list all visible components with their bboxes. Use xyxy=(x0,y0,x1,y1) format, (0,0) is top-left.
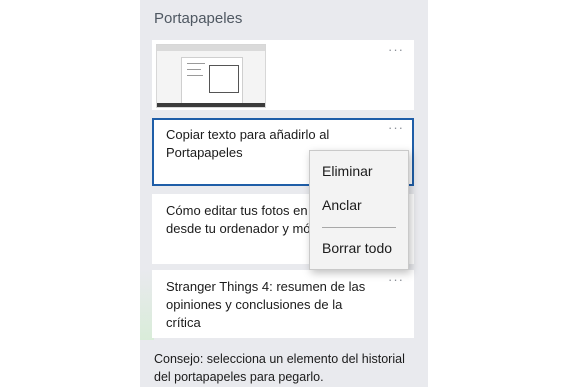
more-options-icon[interactable]: ··· xyxy=(388,272,404,287)
more-options-icon[interactable]: ··· xyxy=(388,42,404,57)
clear-all-menu-item[interactable]: Borrar todo xyxy=(322,240,392,256)
clipboard-item-text[interactable]: Stranger Things 4: resumen de las opinio… xyxy=(152,270,414,338)
delete-menu-item[interactable]: Eliminar xyxy=(322,163,373,179)
more-options-icon[interactable]: ··· xyxy=(388,120,404,135)
context-menu: Eliminar Anclar Borrar todo xyxy=(309,150,409,270)
thumbnail-titlebar xyxy=(157,45,265,51)
clipboard-item-label: Stranger Things 4: resumen de las opinio… xyxy=(166,279,366,330)
thumbnail-dialog xyxy=(209,65,239,93)
menu-separator xyxy=(322,227,396,228)
pin-menu-item[interactable]: Anclar xyxy=(322,197,362,213)
thumbnail-taskbar xyxy=(157,103,265,107)
panel-title: Portapapeles xyxy=(154,10,243,27)
clipboard-item-image[interactable]: ··· xyxy=(152,40,414,110)
tip-text: Consejo: selecciona un elemento del hist… xyxy=(154,352,405,384)
screenshot-thumbnail xyxy=(156,44,266,108)
